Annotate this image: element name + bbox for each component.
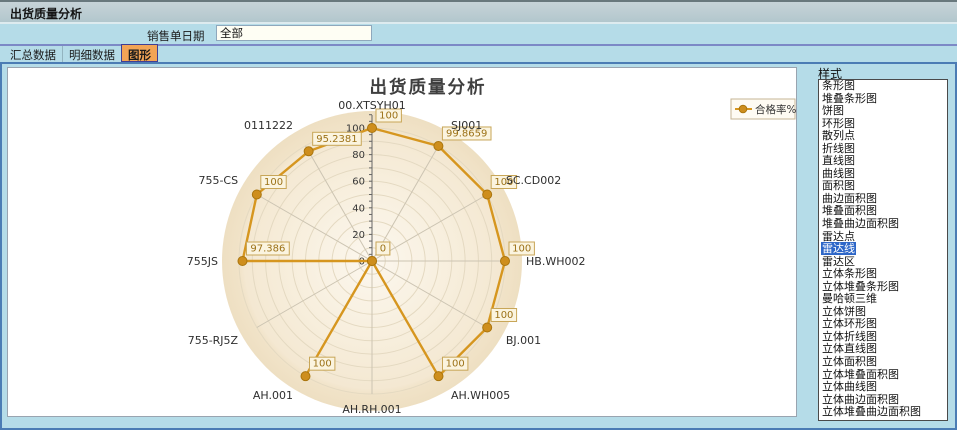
chart-panel: 02040608010010099.8659100100100100010009… <box>7 67 797 417</box>
style-option[interactable]: 直线图 <box>819 155 947 168</box>
filter-row: 销售单日期 <box>0 24 957 44</box>
svg-text:AH.RH.001: AH.RH.001 <box>342 403 401 416</box>
svg-text:97.386: 97.386 <box>250 244 285 255</box>
svg-text:100: 100 <box>494 310 513 321</box>
svg-text:0111222: 0111222 <box>244 119 293 132</box>
svg-text:SC.CD002: SC.CD002 <box>506 174 561 187</box>
style-listbox[interactable]: 条形图堆叠条形图饼图环形图散列点折线图直线图曲线图面积图曲边面积图堆叠面积图堆叠… <box>818 79 948 421</box>
tab-detail-data[interactable]: 明细数据 <box>63 46 121 62</box>
svg-text:AH.001: AH.001 <box>253 389 293 402</box>
svg-text:00.XTSYH01: 00.XTSYH01 <box>338 99 406 112</box>
svg-text:755-RJ5Z: 755-RJ5Z <box>188 334 239 347</box>
legend-label: 合格率% <box>755 103 796 116</box>
page-title: 出货质量分析 <box>10 5 82 22</box>
app-window: 出货质量分析 销售单日期 汇总数据 明细数据 图形 0 20 40 60 80 100 10… <box>0 0 957 430</box>
svg-text:AH.WH005: AH.WH005 <box>451 389 510 402</box>
tab-graph[interactable]: 图形 <box>121 44 158 62</box>
sales-date-label: 销售单日期 <box>147 28 205 44</box>
svg-text:BJ.001: BJ.001 <box>506 334 541 347</box>
style-option[interactable]: 立体曲线图 <box>819 381 947 394</box>
svg-text:100: 100 <box>264 177 283 188</box>
style-option[interactable]: 立体堆叠曲边面积图 <box>819 406 947 419</box>
tab-control: 汇总数据 明细数据 图形 02040608010010099.865910010… <box>0 44 957 430</box>
svg-text:0: 0 <box>380 244 386 255</box>
svg-text:100: 100 <box>446 359 465 370</box>
radar-chart: 02040608010010099.8659100100100100010009… <box>8 68 796 416</box>
svg-text:95.2381: 95.2381 <box>316 134 357 145</box>
style-option[interactable]: 条形图 <box>819 80 947 93</box>
window-title-bar: 出货质量分析 <box>0 0 957 22</box>
axis-tick-label: 40 <box>352 203 365 214</box>
svg-text:SJ001: SJ001 <box>451 119 482 132</box>
style-option[interactable]: 立体条形图 <box>819 268 947 281</box>
svg-text:755JS: 755JS <box>187 255 218 268</box>
sales-date-input[interactable] <box>216 25 372 41</box>
tab-strip: 汇总数据 明细数据 图形 <box>0 46 957 62</box>
svg-text:100: 100 <box>512 244 531 255</box>
svg-text:100: 100 <box>379 111 398 122</box>
style-option-selected[interactable]: 雷达线 <box>819 243 947 256</box>
style-side-panel: 样式 条形图堆叠条形图饼图环形图散列点折线图直线图曲线图面积图曲边面积图堆叠面积… <box>802 64 953 428</box>
legend-marker-icon <box>739 105 747 113</box>
chart-title: 出货质量分析 <box>370 77 487 98</box>
style-option[interactable]: 曼哈顿三维 <box>819 293 947 306</box>
style-option[interactable]: 散列点 <box>819 130 947 143</box>
axis-tick-label: 60 <box>352 177 365 188</box>
chart-legend: 合格率% <box>731 99 796 119</box>
tab-content: 02040608010010099.8659100100100100010009… <box>0 62 957 430</box>
style-option[interactable]: 堆叠曲边面积图 <box>819 218 947 231</box>
style-option[interactable]: 饼图 <box>819 105 947 118</box>
style-option[interactable]: 立体面积图 <box>819 356 947 369</box>
svg-text:HB.WH002: HB.WH002 <box>526 255 585 268</box>
tab-summary-data[interactable]: 汇总数据 <box>4 46 63 62</box>
axis-tick-label: 20 <box>352 230 365 241</box>
svg-text:755-CS: 755-CS <box>198 174 238 187</box>
svg-text:100: 100 <box>313 359 332 370</box>
axis-tick-label: 80 <box>352 150 365 161</box>
